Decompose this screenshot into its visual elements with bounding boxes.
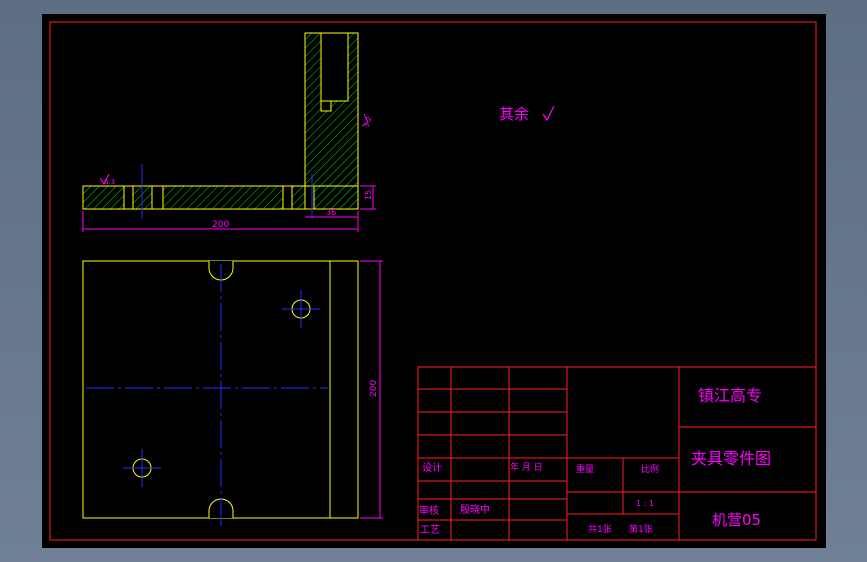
- post-slot: [320, 32, 349, 102]
- base-hole-mid: [151, 185, 164, 210]
- date-label: 年 月 日: [510, 461, 543, 473]
- base-hole-post: [304, 185, 315, 210]
- roughness-note-label: 其余: [499, 105, 529, 123]
- part-name: 夹具零件图: [691, 449, 771, 468]
- cad-drawing-viewport[interactable]: 200 36 15 6.3 3.2 其余 200 设计 年 月 日 审核 殷晓中…: [42, 14, 826, 548]
- drawing-canvas: 200 36 15 6.3 3.2 其余 200 设计 年 月 日 审核 殷晓中…: [49, 21, 817, 541]
- post-step: [320, 100, 332, 112]
- dim-width-text: 36: [326, 208, 336, 217]
- class-name: 机营05: [712, 511, 761, 529]
- scale-label: 比例: [641, 463, 659, 475]
- weight-label: 重量: [576, 463, 594, 475]
- base-hole-right: [282, 185, 293, 210]
- roughness-note-symbol: [542, 105, 555, 122]
- section-view: 200 36 15 6.3 3.2: [82, 32, 376, 232]
- roughness-mark-left: 6.3: [104, 178, 115, 186]
- school-name: 镇江高专: [698, 386, 762, 405]
- review-label: 审核: [419, 504, 439, 517]
- scale-value: 1 : 1: [636, 499, 654, 508]
- dim-height-text: 200: [369, 380, 379, 397]
- dim-length-text: 200: [212, 220, 229, 230]
- designer-name: 殷晓中: [460, 503, 490, 516]
- plan-view: 200: [82, 260, 383, 529]
- sheets-total: 共1张: [588, 524, 612, 535]
- base-hole-left: [123, 185, 134, 210]
- design-label: 设计: [422, 461, 442, 474]
- sheet-number: 第1张: [629, 523, 653, 535]
- dim-thickness-text: 15: [364, 190, 373, 200]
- process-label: 工艺: [420, 524, 440, 536]
